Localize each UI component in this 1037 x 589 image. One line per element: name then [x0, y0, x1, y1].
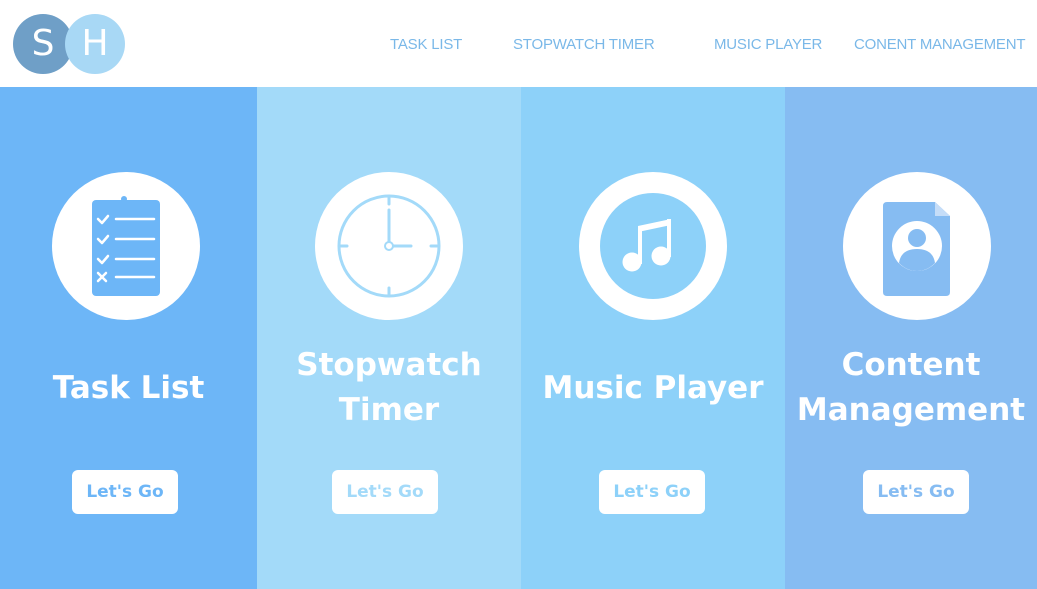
- panel-content-management: Content Management Let's Go: [785, 87, 1037, 589]
- nav-content-management[interactable]: CONENT MANAGEMENT: [854, 36, 1026, 53]
- panel-title-line-1: Content: [841, 347, 981, 383]
- nav-task-list[interactable]: TASK LIST: [390, 36, 462, 53]
- panel-music-player: Music Player Let's Go: [521, 87, 785, 589]
- lets-go-button-content-management[interactable]: Let's Go: [863, 470, 969, 514]
- panel-title: Content Management: [785, 343, 1037, 433]
- panel-title-line-2: Timer: [338, 392, 440, 428]
- panel-title-line-1: Stopwatch: [296, 347, 482, 383]
- panel-title-line-2: Management: [796, 392, 1026, 428]
- panel-stopwatch-timer: Stopwatch Timer Let's Go: [257, 87, 521, 589]
- logo-letter-s: S: [13, 14, 73, 74]
- clipboard-checklist-icon: [52, 172, 200, 320]
- music-note-icon: [579, 172, 727, 320]
- logo[interactable]: S H: [13, 14, 125, 74]
- document-user-icon: [843, 172, 991, 320]
- lets-go-button-stopwatch[interactable]: Let's Go: [332, 470, 438, 514]
- nav-music-player[interactable]: MUSIC PLAYER: [714, 36, 822, 53]
- logo-letter-h: H: [65, 14, 125, 74]
- lets-go-button-task-list[interactable]: Let's Go: [72, 470, 178, 514]
- lets-go-button-music-player[interactable]: Let's Go: [599, 470, 705, 514]
- header: S H TASK LIST STOPWATCH TIMER MUSIC PLAY…: [0, 0, 1037, 87]
- clock-icon: [315, 172, 463, 320]
- panel-title: Task List: [52, 370, 205, 406]
- panel-task-list: Task List Let's Go: [0, 87, 257, 589]
- panel-title: Stopwatch Timer: [257, 343, 521, 433]
- nav-stopwatch-timer[interactable]: STOPWATCH TIMER: [513, 36, 655, 53]
- panel-title: Music Player: [542, 370, 764, 406]
